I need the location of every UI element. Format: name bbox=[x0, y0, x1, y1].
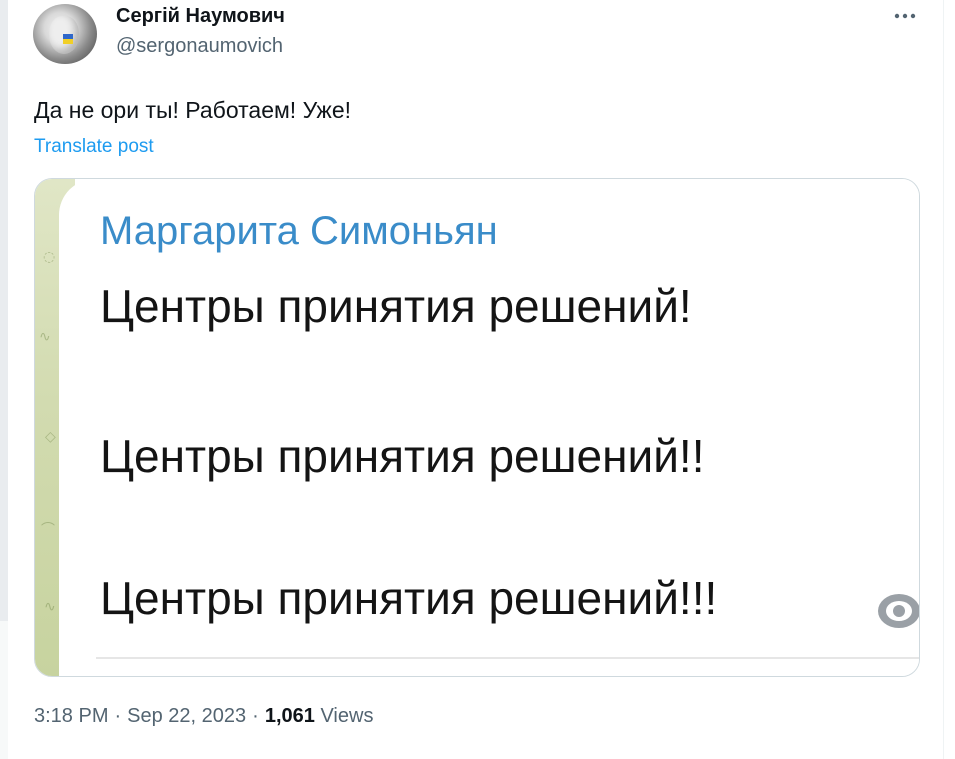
translate-post-link[interactable]: Translate post bbox=[34, 136, 154, 158]
more-horizontal-icon bbox=[894, 13, 916, 19]
avatar-flag-yellow bbox=[63, 39, 73, 44]
meta-separator: · bbox=[252, 705, 259, 727]
message-sender-name: Маргарита Симоньян bbox=[100, 209, 498, 253]
author-handle[interactable]: @sergonaumovich bbox=[116, 35, 283, 58]
background-doodle: ⌒ bbox=[41, 522, 55, 538]
eye-icon bbox=[878, 594, 919, 628]
left-panel-edge-lower bbox=[0, 621, 8, 759]
message-line: Центры принятия решений!!! bbox=[100, 572, 718, 624]
left-panel-edge bbox=[0, 0, 8, 621]
views-count[interactable]: 1,061 bbox=[265, 705, 315, 727]
background-doodle: ◇ bbox=[45, 429, 56, 445]
background-doodle: ∿ bbox=[44, 599, 56, 615]
message-line: Центры принятия решений!! bbox=[100, 430, 705, 482]
views-label[interactable]: Views bbox=[320, 705, 373, 727]
post-date[interactable]: Sep 22, 2023 bbox=[127, 705, 246, 727]
post-time[interactable]: 3:18 PM bbox=[34, 705, 108, 727]
more-options-button[interactable] bbox=[888, 2, 922, 30]
author-display-name[interactable]: Сергій Наумович bbox=[116, 5, 285, 28]
message-line: Центры принятия решений! bbox=[100, 280, 692, 332]
right-panel-edge bbox=[943, 0, 955, 759]
background-doodle: ∿ bbox=[39, 329, 51, 345]
meta-separator: · bbox=[114, 705, 122, 727]
background-doodle: ◌ bbox=[43, 249, 56, 265]
message-divider bbox=[96, 657, 919, 659]
avatar[interactable] bbox=[33, 4, 97, 64]
post-meta: 3:18 PM · Sep 22, 2023 · 1,061 Views bbox=[34, 705, 373, 728]
tweet: Сергій Наумович @sergonaumovich Да не ор… bbox=[20, 0, 930, 759]
post-media-image[interactable]: ◌ ∿ ◇ ⌒ ∿ Маргарита Симоньян Центры прин… bbox=[34, 178, 920, 677]
post-text: Да не ори ты! Работаем! Уже! bbox=[34, 97, 352, 123]
telegram-message-bubble: Маргарита Симоньян Центры принятия решен… bbox=[59, 179, 919, 676]
